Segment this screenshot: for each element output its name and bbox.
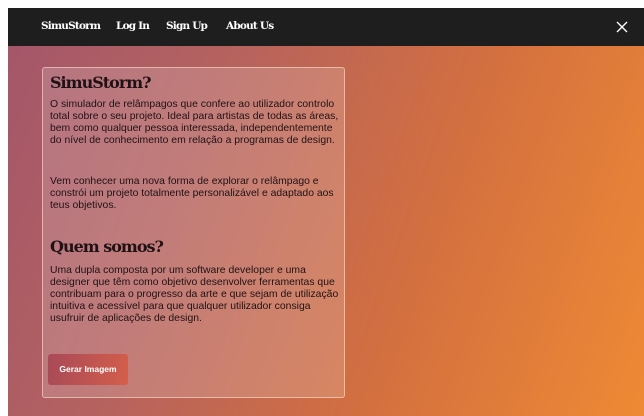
nav-logo-simustorm[interactable]: SimuStorm — [41, 20, 101, 32]
section-title-quem-somos: Quem somos? — [50, 237, 164, 256]
section-title-simustorm: SimuStorm? — [50, 73, 152, 92]
top-navbar: SimuStorm Log In Sign Up About Us — [8, 8, 644, 46]
nav-link-login[interactable]: Log In — [116, 20, 150, 32]
paragraph-intro: O simulador de relâmpagos que confere ao… — [50, 99, 339, 146]
nav-link-about-us[interactable]: About Us — [226, 20, 274, 32]
generate-image-button[interactable]: Gerar Imagem — [48, 354, 128, 385]
nav-link-signup[interactable]: Sign Up — [166, 20, 208, 32]
paragraph-explore: Vem conhecer uma nova forma de explorar … — [50, 176, 334, 211]
close-button[interactable] — [614, 19, 630, 35]
paragraph-about: Uma dupla composta por um software devel… — [50, 265, 339, 324]
info-card: SimuStorm? O simulador de relâmpagos que… — [42, 67, 345, 398]
page-frame: SimuStorm Log In Sign Up About Us SimuSt… — [8, 8, 644, 416]
close-icon — [616, 21, 628, 33]
